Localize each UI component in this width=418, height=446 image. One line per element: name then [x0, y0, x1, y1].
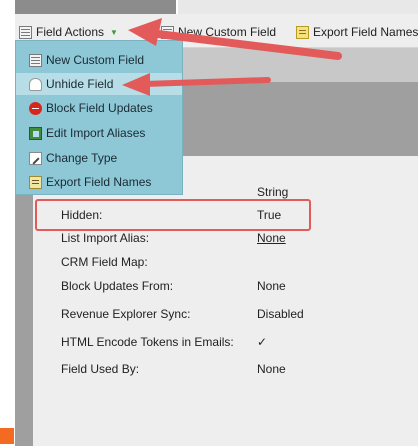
tab-active[interactable]: [15, 0, 176, 14]
menu-item-new-custom-field[interactable]: New Custom Field: [16, 49, 182, 71]
change-icon: [29, 151, 42, 165]
new-custom-field-button[interactable]: New Custom Field: [161, 23, 276, 41]
ghost-icon: [29, 77, 42, 91]
block-icon: [29, 101, 42, 115]
table-icon: [161, 25, 174, 39]
list-import-alias-link[interactable]: None: [257, 231, 286, 245]
menu-item-label: Edit Import Aliases: [46, 126, 146, 140]
menu-item-label: Change Type: [46, 151, 118, 165]
menu-item-change-type[interactable]: Change Type: [16, 147, 182, 169]
chevron-down-icon: ▼: [110, 27, 118, 37]
field-used-by-value: None: [257, 362, 286, 376]
note-icon: [296, 25, 309, 39]
tab-separator: [176, 0, 178, 14]
revenue-explorer-sync-value: Disabled: [257, 307, 304, 321]
block-updates-from-label: Block Updates From:: [61, 279, 174, 293]
field-actions-label: Field Actions: [36, 25, 105, 39]
field-actions-button[interactable]: Field Actions ▼: [19, 23, 118, 41]
block-updates-from-value: None: [257, 279, 286, 293]
type-value: String: [257, 185, 289, 199]
field-used-by-label: Field Used By:: [61, 362, 140, 376]
menu-item-label: Block Field Updates: [46, 101, 153, 115]
export-field-names-label: Export Field Names: [313, 25, 418, 39]
export-icon: [29, 175, 42, 189]
list-import-alias-label: List Import Alias:: [61, 231, 150, 245]
left-strip: [0, 0, 15, 446]
html-encode-tokens-label: HTML Encode Tokens in Emails:: [61, 335, 234, 349]
export-field-names-button[interactable]: Export Field Names: [296, 23, 418, 41]
edit-icon: [29, 126, 42, 140]
menu-item-label: New Custom Field: [46, 53, 145, 67]
menu-item-edit-import-aliases[interactable]: Edit Import Aliases: [16, 122, 182, 144]
field-actions-menu: New Custom Field Unhide Field Block Fiel…: [15, 40, 183, 195]
table-icon: [29, 53, 42, 67]
menu-item-label: Export Field Names: [46, 175, 152, 189]
menu-item-unhide-field[interactable]: Unhide Field: [16, 73, 182, 95]
html-encode-tokens-check: ✓: [257, 335, 268, 349]
revenue-explorer-sync-label: Revenue Explorer Sync:: [61, 307, 191, 321]
new-custom-field-label: New Custom Field: [178, 25, 277, 39]
table-icon: [19, 25, 32, 39]
crm-field-map-label: CRM Field Map:: [61, 255, 148, 269]
menu-item-block-field-updates[interactable]: Block Field Updates: [16, 97, 182, 119]
hidden-row-highlight: [35, 199, 311, 231]
accent-mark: [0, 428, 14, 444]
menu-item-export-field-names[interactable]: Export Field Names: [16, 171, 182, 193]
menu-item-label: Unhide Field: [46, 77, 114, 91]
